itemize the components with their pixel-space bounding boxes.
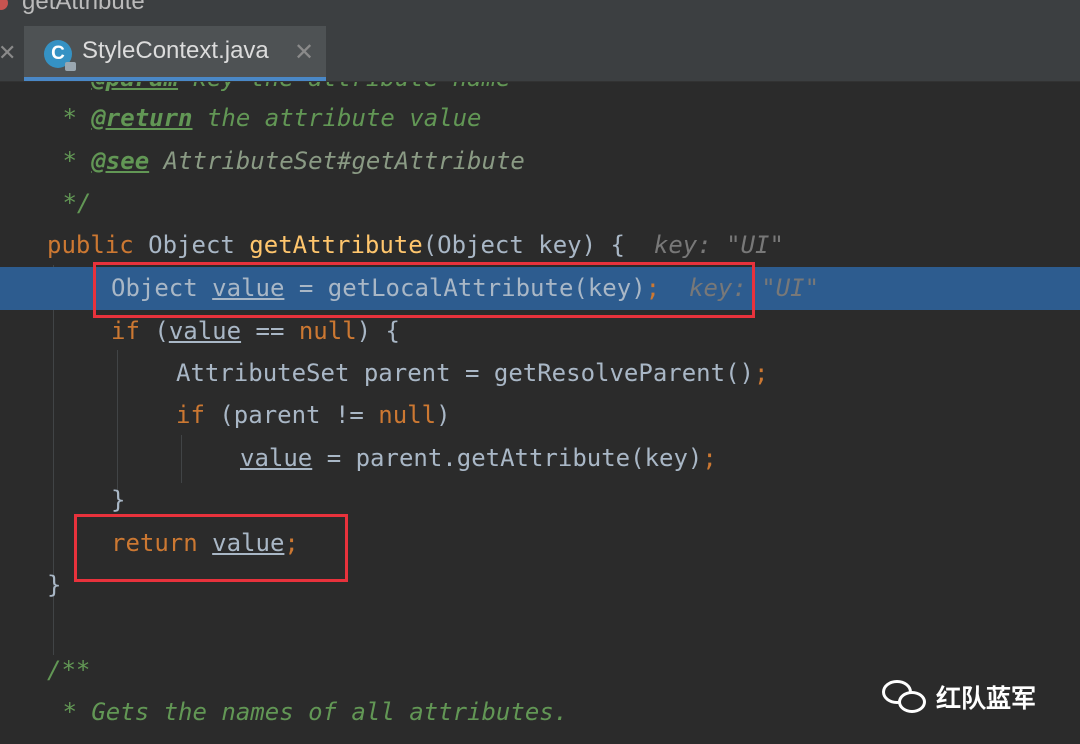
tab-label: StyleContext.java <box>82 37 269 64</box>
code-line: */ <box>48 189 92 217</box>
java-class-icon: C <box>44 40 76 71</box>
annotation-box-return-value <box>74 514 348 582</box>
code-line: public Object getAttribute(Object key) {… <box>47 231 784 259</box>
code-line: AttributeSet parent = getResolveParent()… <box>176 359 769 387</box>
wechat-icon <box>882 678 928 716</box>
window-title-bar: getAttribute <box>0 0 1080 26</box>
inline-debug-hint: key: "UI" <box>653 231 784 259</box>
lock-icon <box>65 62 76 71</box>
code-line: * @see AttributeSet#getAttribute <box>48 147 525 175</box>
code-editor[interactable]: * @param key the attribute name * @retur… <box>0 82 1080 744</box>
code-line: if (parent != null) <box>176 401 451 429</box>
window-title: getAttribute <box>22 0 145 15</box>
watermark-text: 红队蓝军 <box>936 684 1037 713</box>
annotation-box-local-attribute <box>93 262 755 318</box>
window-close-dot[interactable] <box>0 0 8 10</box>
java-class-icon-letter: C <box>51 43 65 64</box>
tab-stylecontext-java[interactable]: C StyleContext.java ✕ <box>24 26 326 81</box>
active-tab-indicator <box>24 77 326 81</box>
previous-tab-close-icon[interactable]: ✕ <box>0 40 16 66</box>
code-line: value = parent.getAttribute(key); <box>240 444 717 472</box>
wechat-watermark: 红队蓝军 <box>882 675 1036 719</box>
editor-tab-bar: ✕ C StyleContext.java ✕ <box>0 26 1080 82</box>
code-line: * @return the attribute value <box>48 104 482 132</box>
tab-close-icon[interactable]: ✕ <box>294 38 314 67</box>
